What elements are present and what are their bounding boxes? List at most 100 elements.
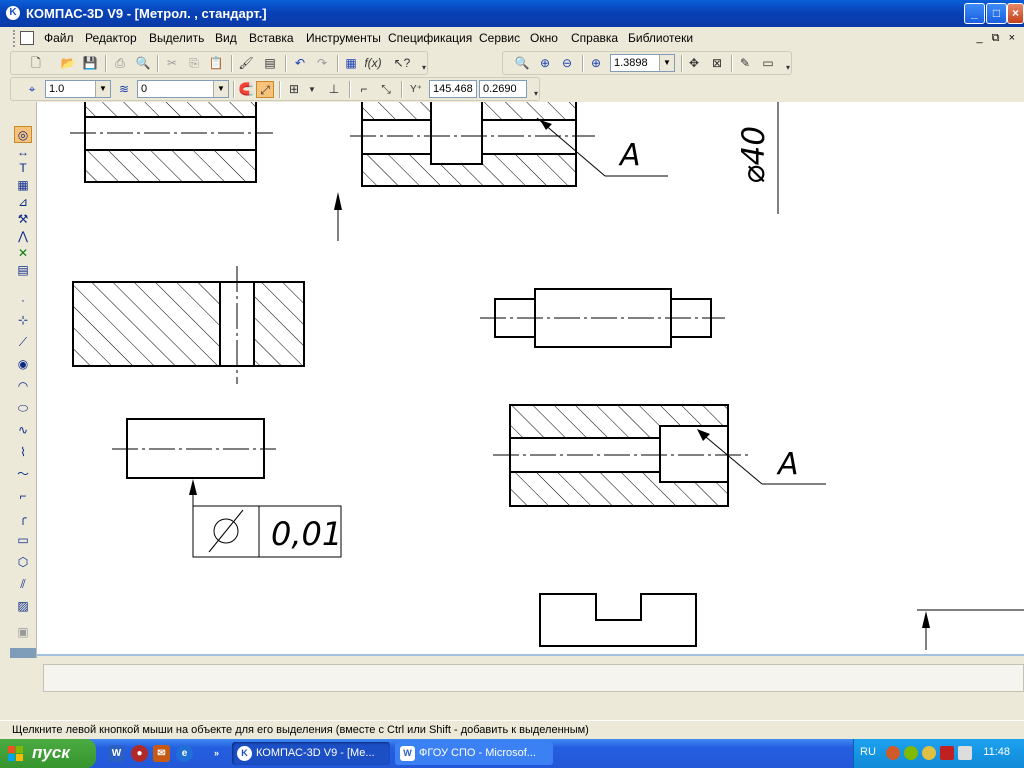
tray-app-icon[interactable] [922,746,936,760]
parametrization-panel-icon[interactable]: ⊿ [14,194,32,211]
snap-magnet-icon[interactable]: 🧲 [237,81,255,98]
tray-volume-icon[interactable] [958,746,972,760]
drawing-svg[interactable]: A A ⌀40 0,01 [37,102,1024,654]
menu-tools[interactable]: Инструменты [306,31,381,45]
toolbar-chevron-icon[interactable]: ▾ [422,63,426,72]
spline-tool-icon[interactable]: ∿ [14,422,32,439]
scale-combo[interactable]: 1.0 ▼ [45,80,111,98]
open-folder-icon[interactable]: 📂 [59,55,77,72]
refresh-pencil-icon[interactable]: ✎ [736,55,754,72]
show-all-icon[interactable]: ⊠ [708,55,726,72]
zoom-window-icon[interactable]: 🔍 [513,55,531,72]
panel-resize-handle[interactable] [10,648,36,658]
minimize-button[interactable]: _ [964,3,985,24]
dimensions-panel-icon[interactable]: ↔ [14,144,32,161]
format-brush-icon[interactable]: 🖌 [237,55,255,72]
toolbar-chevron-icon[interactable]: ▾ [786,63,790,72]
fillet-tool-icon[interactable]: ╭ [14,510,32,527]
layers-icon[interactable]: ≋ [115,81,133,98]
tray-network-icon[interactable] [904,746,918,760]
undo-icon[interactable]: ↶ [291,55,309,72]
language-indicator[interactable]: RU [860,746,876,758]
menu-window[interactable]: Окно [530,31,558,45]
circle-tool-icon[interactable]: ◉ [14,356,32,373]
polygon-tool-icon[interactable]: ⬡ [14,554,32,571]
ortho-mode-icon[interactable]: ⌐ [355,81,373,98]
chamfer-tool-icon[interactable]: ⌐ [14,488,32,505]
maximize-button[interactable]: □ [986,3,1007,24]
close-button[interactable]: × [1007,3,1024,24]
rectangle-tool-icon[interactable]: ▭ [14,532,32,549]
auxiliary-line-icon[interactable]: ⊹ [14,312,32,329]
print-icon[interactable]: ⎙ [111,55,129,72]
tray-collapse-icon[interactable] [886,746,900,760]
menu-service[interactable]: Сервис [479,31,520,45]
arc-tool-icon[interactable]: ◠ [14,378,32,395]
variables-icon[interactable]: ▦ [342,55,360,72]
context-help-icon[interactable]: ↖? [393,55,411,72]
word-quicklaunch-icon[interactable]: W [108,745,125,762]
pan-icon[interactable]: ✥ [685,55,703,72]
chevron-down-icon[interactable]: ▼ [213,81,228,97]
x-coordinate-field[interactable]: 145.468 [429,80,477,98]
associative-views-icon[interactable]: ✕ [14,245,32,262]
cut-icon[interactable]: ✂ [163,55,181,72]
geometry-panel-icon[interactable]: ◎ [14,126,32,143]
measure-panel-icon[interactable]: ⚒ [14,211,32,228]
select-panel-icon[interactable]: ⋀ [14,228,32,245]
zoom-scale-combo[interactable]: 1.3898 ▼ [610,54,675,72]
menu-libraries[interactable]: Библиотеки [628,31,693,45]
start-button[interactable]: пуск [0,739,96,768]
edit-panel-icon[interactable]: ▦ [14,177,32,194]
specification-panel-icon[interactable]: ▤ [14,262,32,279]
hatch-tool-icon[interactable]: ▨ [14,598,32,615]
save-icon[interactable]: 💾 [81,55,99,72]
document-icon[interactable] [20,31,34,45]
local-cs-icon[interactable]: ⌖ [23,81,41,98]
new-document-icon[interactable]: 🗋 [27,55,45,72]
tray-antivirus-icon[interactable] [940,746,954,760]
task-word[interactable]: W ФГОУ СПО - Microsof... [395,742,553,765]
menu-file[interactable]: Файл [44,31,74,45]
orthogonal-axes-icon[interactable]: ⊥ [325,81,343,98]
menu-select[interactable]: Выделить [149,31,204,45]
menu-help[interactable]: Справка [571,31,618,45]
menubar-grip[interactable] [13,30,18,47]
bezier-tool-icon[interactable]: ⌇ [14,444,32,461]
toolbar-chevron-icon[interactable]: ▾ [534,89,538,98]
cursor-coords-icon[interactable]: ⤡ [377,81,395,98]
function-fx-icon[interactable]: f(x) [364,55,382,72]
layer-combo[interactable]: 0 ▼ [137,80,229,98]
title-bar[interactable]: K КОМПАС-3D V9 - [Метрол. , стандарт.] _… [0,0,1024,27]
mdi-window-controls[interactable]: _ ⧉ × [976,32,1018,45]
point-tool-icon[interactable]: · [14,292,32,309]
menu-edit[interactable]: Редактор [85,31,137,45]
properties-icon[interactable]: ▤ [261,55,279,72]
chevron-down-icon[interactable]: ▼ [95,81,110,97]
media-quicklaunch-icon[interactable]: ● [131,745,148,762]
designations-panel-icon[interactable]: T [14,160,32,177]
ie-quicklaunch-icon[interactable]: e [176,745,193,762]
menu-specification[interactable]: Спецификация [388,31,472,45]
menu-view[interactable]: Вид [215,31,237,45]
kompas-app-icon[interactable]: K [6,6,20,20]
properties-bar[interactable] [43,664,1024,692]
grid-icon[interactable]: ⊞ [285,81,303,98]
copy-icon[interactable]: ⎘ [185,55,203,72]
menu-insert[interactable]: Вставка [249,31,294,45]
chevron-right-icon[interactable]: » [208,745,225,762]
redo-icon[interactable]: ↷ [313,55,331,72]
drawing-canvas[interactable]: A A ⌀40 0,01 [37,102,1024,654]
polyline-tool-icon[interactable]: 〜 [14,466,32,483]
segment-tool-icon[interactable]: ⟋ [14,334,32,351]
display-mode-icon[interactable]: ▭ [759,55,777,72]
zoom-out-icon[interactable]: ⊖ [558,55,576,72]
print-preview-icon[interactable]: 🔍 [134,55,152,72]
paste-icon[interactable]: 📋 [207,55,225,72]
zoom-scale-icon[interactable]: ⊕ [587,55,605,72]
chevron-down-icon[interactable]: ▼ [659,55,674,71]
equidistant-tool-icon[interactable]: ⫽ [14,576,32,593]
y-coordinate-field[interactable]: 0.2690 [479,80,527,98]
mail-quicklaunch-icon[interactable]: ✉ [153,745,170,762]
ellipse-tool-icon[interactable]: ⬭ [14,400,32,417]
